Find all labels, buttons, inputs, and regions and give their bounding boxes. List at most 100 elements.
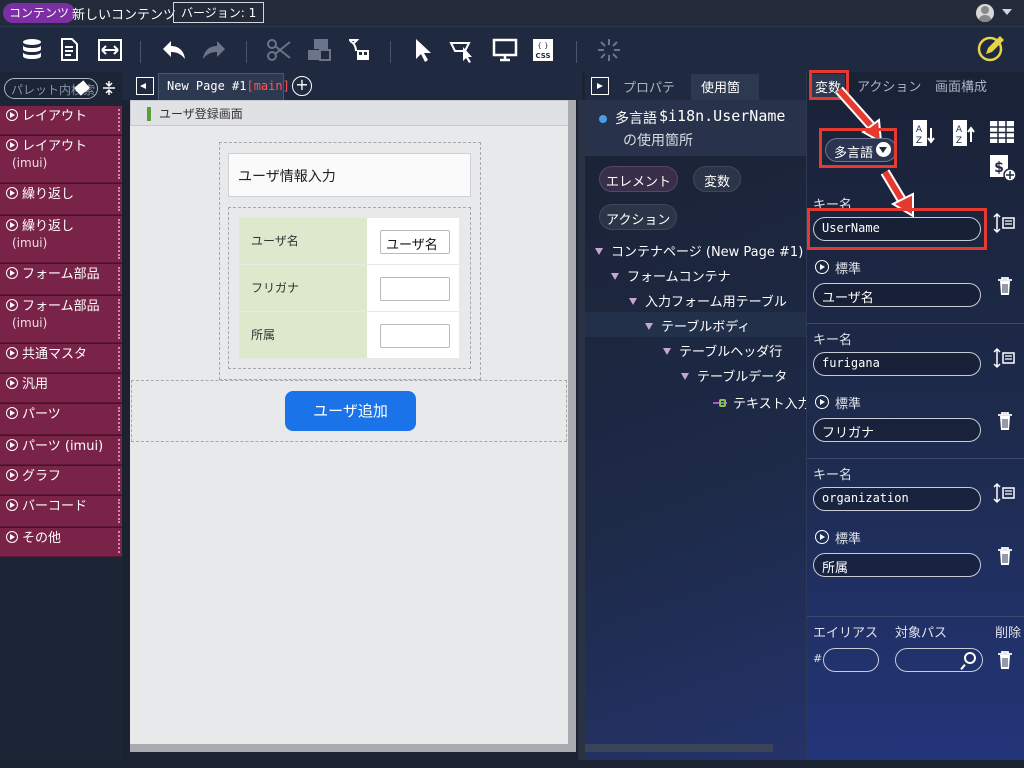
value-input[interactable]: ユーザ名	[813, 283, 981, 307]
table-grid-icon[interactable]	[989, 120, 1015, 144]
key-name-label: キー名	[813, 468, 853, 483]
tab-new-page[interactable]: New Page #1[main]	[158, 73, 290, 100]
palette-item[interactable]: グラフ	[0, 466, 122, 495]
tree-node[interactable]: テーブルヘッダ行	[585, 337, 807, 362]
table-row[interactable]: 所属	[239, 312, 459, 358]
palette-item[interactable]: フォーム部品	[0, 264, 122, 295]
tree-node[interactable]: テキスト入力	[585, 389, 807, 414]
palette-item[interactable]: フォーム部品 (imui)	[0, 296, 122, 343]
text-input[interactable]	[380, 324, 450, 348]
palette-item[interactable]: 繰り返し (imui)	[0, 216, 122, 263]
palette-item[interactable]: 共通マスタ	[0, 344, 122, 373]
key-input[interactable]: organization	[813, 487, 981, 511]
palette-item[interactable]: レイアウト (imui)	[0, 136, 122, 183]
tree-node[interactable]: テーブルボディ	[585, 312, 807, 337]
tree-node[interactable]: フォームコンテナ	[585, 262, 807, 287]
version-box[interactable]: バージョン: 1	[173, 2, 265, 23]
canvas-vertical-scrollbar[interactable]	[568, 100, 576, 752]
splitter[interactable]	[578, 100, 585, 760]
button-container[interactable]: ユーザ追加	[131, 380, 567, 442]
table-row[interactable]: フリガナ	[239, 265, 459, 311]
copy-component-icon[interactable]	[304, 35, 334, 65]
expand-triangle-icon[interactable]	[629, 298, 637, 305]
add-tab-icon[interactable]: +	[292, 76, 312, 96]
expand-triangle-icon[interactable]	[595, 248, 603, 255]
value-input[interactable]: フリガナ	[813, 418, 981, 442]
sort-za-icon[interactable]: AZ	[951, 118, 975, 148]
expand-triangle-icon[interactable]	[645, 323, 653, 330]
tab-screen-structure[interactable]: 画面構成	[935, 76, 987, 95]
filter-variable-button[interactable]: 変数	[693, 166, 742, 192]
svg-text:Z: Z	[956, 136, 962, 146]
text-input[interactable]	[380, 277, 450, 301]
collapse-icon[interactable]	[102, 80, 116, 96]
play-circle-icon[interactable]	[815, 530, 829, 544]
filter-action-button[interactable]: アクション	[599, 204, 678, 230]
chevron-down-icon[interactable]	[1002, 9, 1012, 15]
page-download-icon[interactable]	[55, 35, 85, 65]
delete-alias-icon[interactable]	[997, 650, 1013, 670]
undo-icon[interactable]	[160, 35, 190, 65]
tab-usage[interactable]: 使用箇所	[691, 74, 759, 115]
form-label-cell[interactable]: ユーザ名	[239, 218, 367, 264]
panel-toggle-icon[interactable]	[136, 77, 154, 95]
reorder-icon[interactable]	[993, 482, 1015, 504]
reorder-icon[interactable]	[993, 212, 1015, 234]
user-avatar-icon[interactable]	[976, 4, 994, 22]
tree-node[interactable]: テーブルデータ	[585, 362, 807, 387]
tab-properties[interactable]: プロパティ	[617, 74, 689, 115]
play-circle-icon	[6, 499, 18, 511]
filter-element-button[interactable]: エレメント	[599, 166, 679, 192]
middle-horizontal-scrollbar[interactable]	[585, 744, 773, 752]
database-icon[interactable]	[18, 35, 48, 65]
trash-icon[interactable]	[997, 411, 1013, 431]
trash-icon[interactable]	[997, 276, 1013, 296]
play-circle-icon[interactable]	[815, 395, 829, 409]
cursor-icon[interactable]	[408, 35, 438, 65]
screen-title: ユーザ登録画面	[159, 107, 243, 121]
palette-item[interactable]: パーツ (imui)	[0, 436, 122, 465]
palette-item[interactable]: 繰り返し	[0, 184, 122, 215]
key-input[interactable]: furigana	[813, 352, 981, 376]
expand-triangle-icon[interactable]	[681, 373, 689, 380]
trash-icon[interactable]	[997, 546, 1013, 566]
input-form-table[interactable]: ユーザ名 ユーザ名 フリガナ 所属	[228, 207, 471, 369]
select-element-icon[interactable]	[448, 35, 478, 65]
css-icon[interactable]: { } CSS	[528, 35, 558, 65]
preview-monitor-icon[interactable]	[490, 35, 520, 65]
tree-node[interactable]: 入力フォーム用テーブル	[585, 287, 807, 312]
content-title[interactable]: 新しいコンテンツ	[72, 4, 176, 23]
tree-node[interactable]: コンテナページ (New Page #1)	[585, 237, 807, 262]
resize-icon[interactable]	[95, 35, 125, 65]
search-icon[interactable]	[964, 652, 976, 664]
sort-az-icon[interactable]: AZ	[911, 118, 935, 148]
palette-item[interactable]: その他	[0, 528, 122, 557]
screen-title-bar[interactable]: ユーザ登録画面	[130, 100, 576, 126]
add-variable-icon[interactable]: $	[989, 154, 1017, 182]
table-row[interactable]: ユーザ名 ユーザ名	[239, 218, 459, 264]
expand-triangle-icon[interactable]	[611, 273, 619, 280]
design-canvas[interactable]: ユーザ登録画面 ユーザ情報入力 ユーザ名 ユーザ名 フリガナ 所属 ユーザ追加	[130, 100, 576, 752]
panel-collapse-icon[interactable]	[591, 77, 609, 95]
form-header[interactable]: ユーザ情報入力	[228, 153, 471, 197]
palette-item[interactable]: バーコード	[0, 496, 122, 527]
canvas-horizontal-scrollbar[interactable]	[130, 744, 568, 752]
form-label-cell[interactable]: 所属	[239, 312, 367, 358]
paste-component-icon[interactable]	[344, 35, 374, 65]
expand-triangle-icon[interactable]	[663, 348, 671, 355]
palette-item[interactable]: レイアウト	[0, 106, 122, 135]
redo-icon[interactable]	[198, 35, 228, 65]
play-circle-icon[interactable]	[815, 260, 829, 274]
palette-item[interactable]: 汎用	[0, 374, 122, 403]
text-input[interactable]: ユーザ名	[380, 230, 450, 254]
edit-pen-icon[interactable]	[976, 33, 1006, 63]
value-input[interactable]: 所属	[813, 553, 981, 577]
form-label-cell[interactable]: フリガナ	[239, 265, 367, 311]
palette-item[interactable]: パーツ	[0, 404, 122, 435]
form-container[interactable]: ユーザ情報入力 ユーザ名 ユーザ名 フリガナ 所属	[219, 142, 481, 380]
add-user-button[interactable]: ユーザ追加	[285, 391, 416, 431]
alias-input[interactable]	[823, 648, 879, 672]
scissors-icon[interactable]	[264, 35, 294, 65]
reorder-icon[interactable]	[993, 347, 1015, 369]
target-path-input[interactable]	[895, 648, 983, 672]
